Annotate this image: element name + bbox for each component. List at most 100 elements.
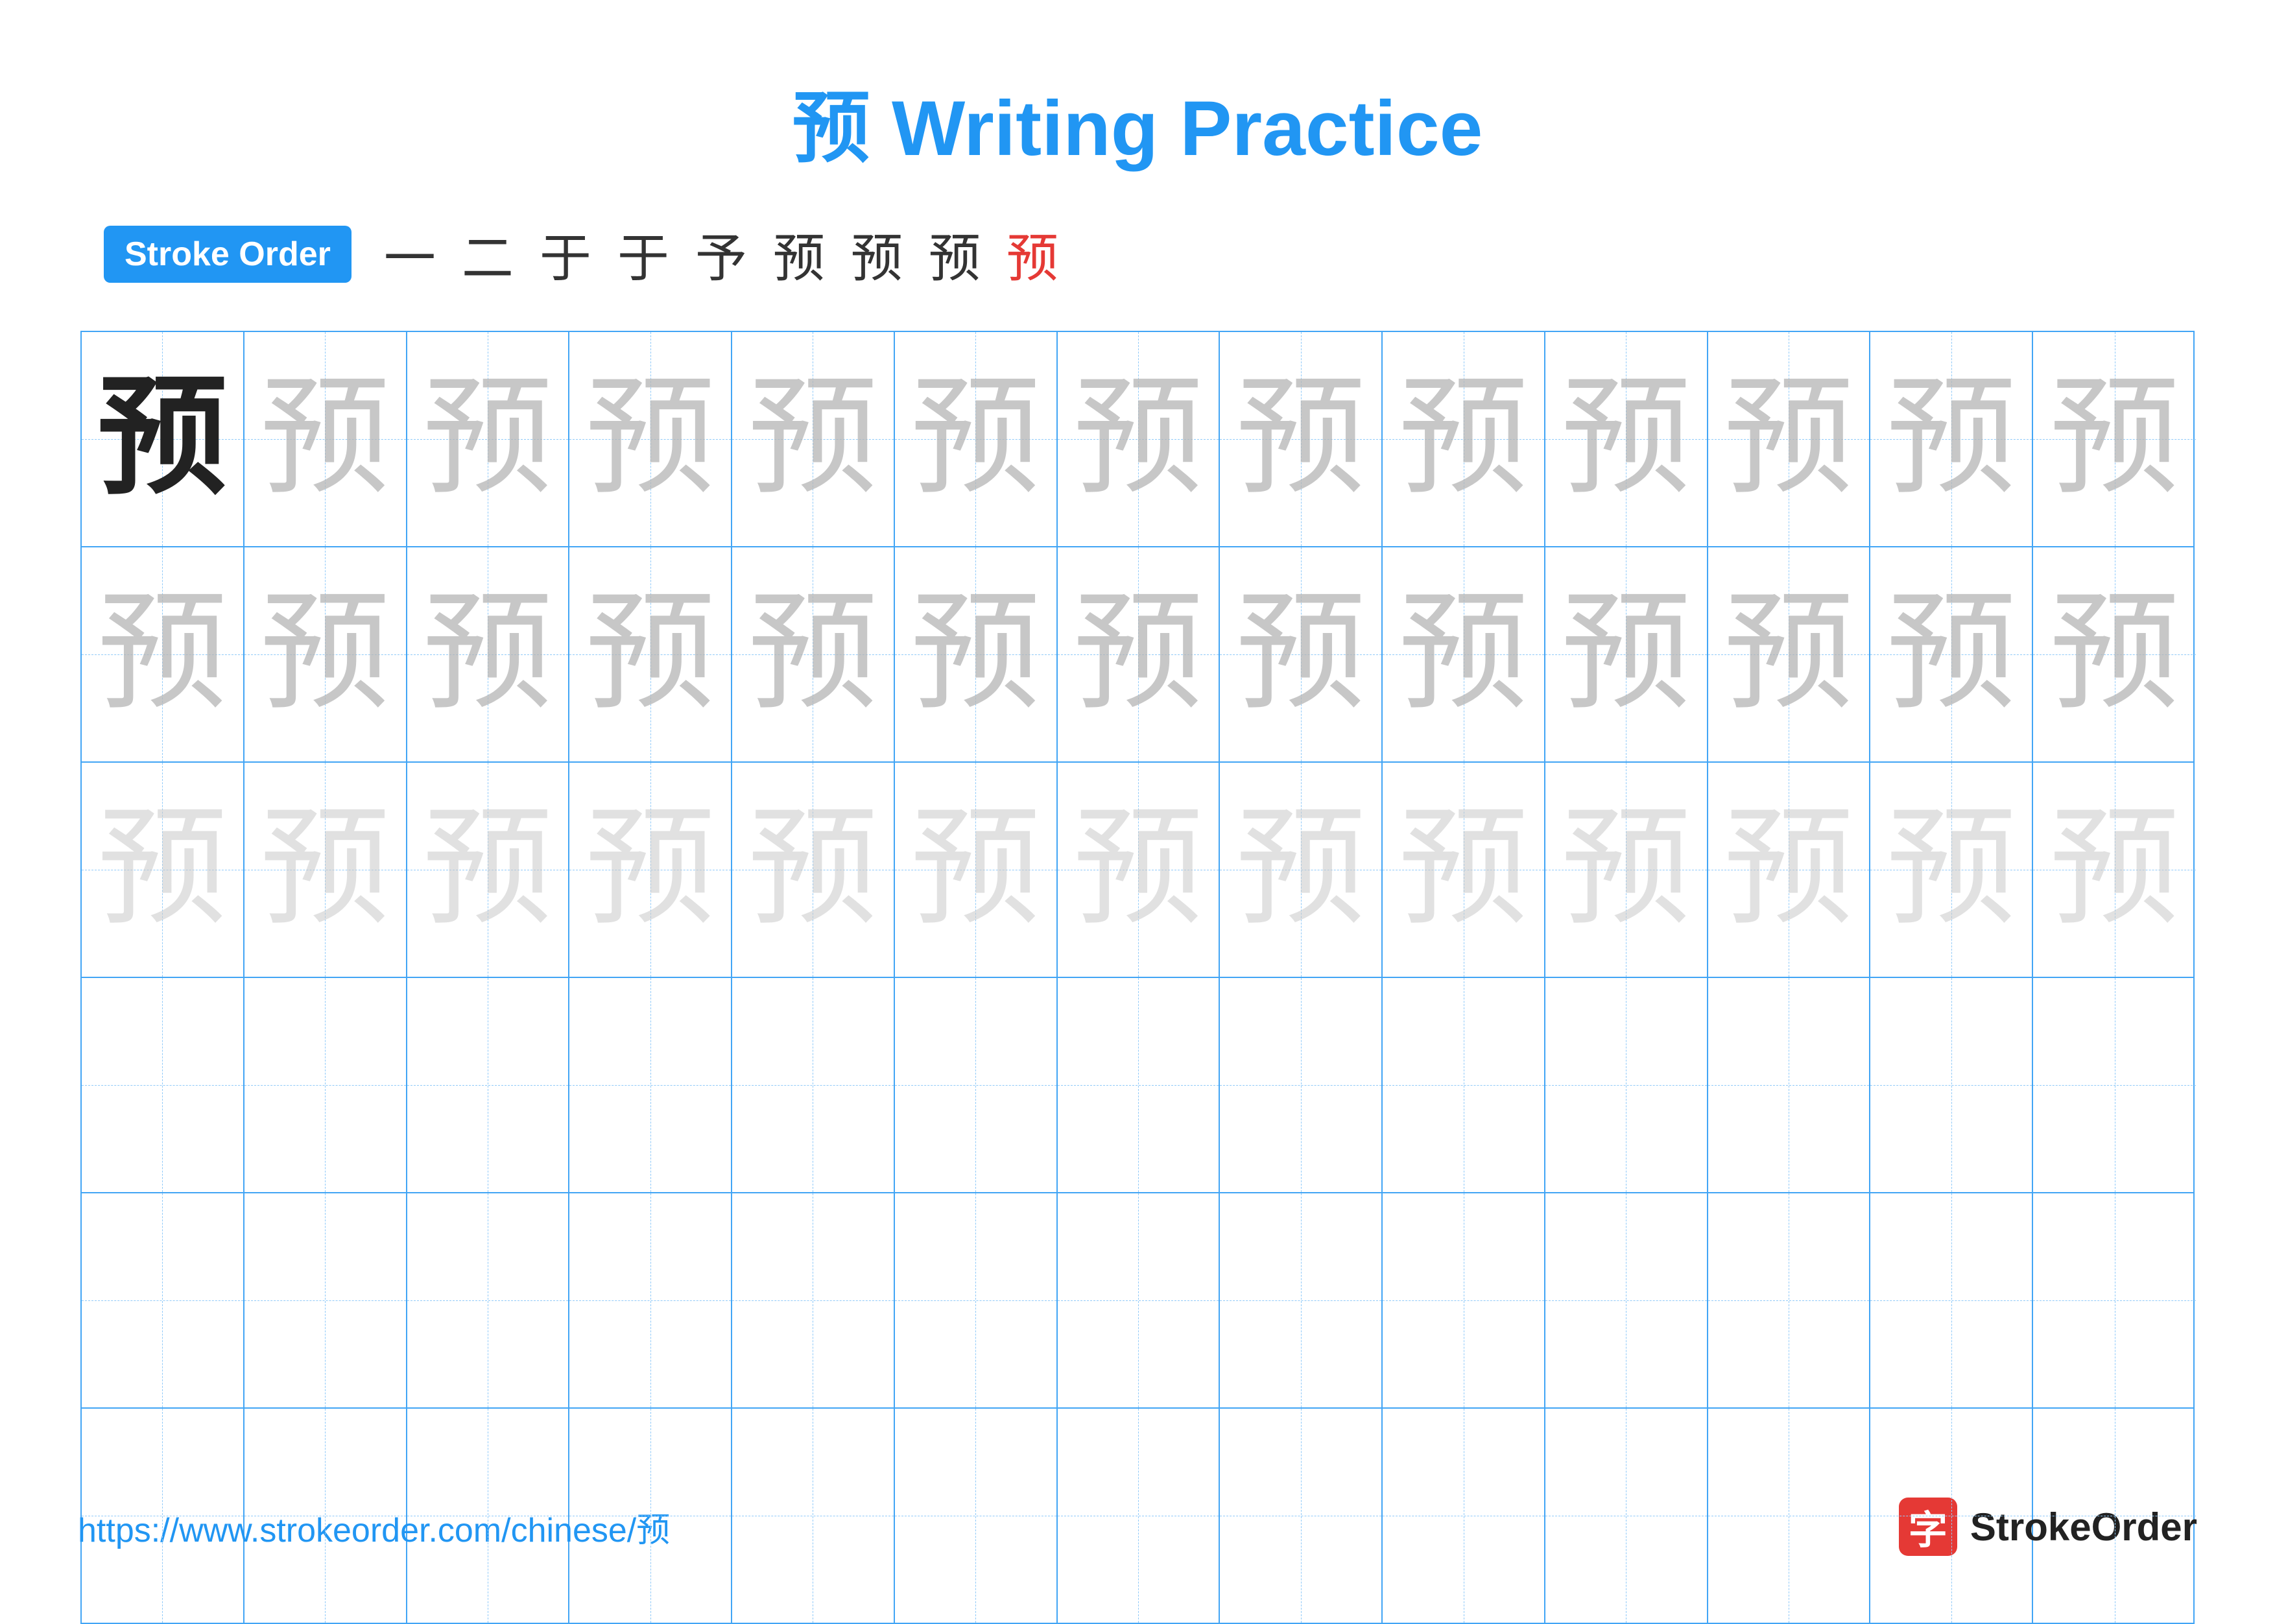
grid-row-5 — [82, 1193, 2193, 1409]
cell-3-1: 预 — [82, 763, 244, 977]
cell-1-12: 预 — [1870, 332, 2033, 546]
cell-5-5[interactable] — [732, 1193, 895, 1407]
cell-1-8: 预 — [1220, 332, 1383, 546]
cell-3-10: 预 — [1545, 763, 1708, 977]
cell-6-1[interactable] — [82, 1409, 244, 1623]
cell-6-8[interactable] — [1220, 1409, 1383, 1623]
cell-5-12[interactable] — [1870, 1193, 2033, 1407]
cell-5-3[interactable] — [407, 1193, 570, 1407]
cell-2-4: 预 — [569, 547, 732, 761]
cell-3-12: 预 — [1870, 763, 2033, 977]
cell-6-13[interactable] — [2033, 1409, 2196, 1623]
cell-4-7[interactable] — [1058, 978, 1221, 1192]
page-title: 预 Writing Practice — [792, 65, 1483, 178]
cell-2-3: 预 — [407, 547, 570, 761]
stroke-sequence: 一 二 于 于 予 预 预 预 预 — [384, 217, 1058, 292]
cell-5-4[interactable] — [569, 1193, 732, 1407]
stroke-2: 二 — [462, 217, 514, 292]
stroke-8: 预 — [929, 217, 981, 292]
cell-2-8: 预 — [1220, 547, 1383, 761]
cell-3-3: 预 — [407, 763, 570, 977]
cell-1-6: 预 — [895, 332, 1058, 546]
cell-5-2[interactable] — [244, 1193, 407, 1407]
cell-5-13[interactable] — [2033, 1193, 2196, 1407]
cell-6-4[interactable] — [569, 1409, 732, 1623]
cell-2-13: 预 — [2033, 547, 2196, 761]
cell-3-13: 预 — [2033, 763, 2196, 977]
grid-row-3: 预 预 预 预 预 预 预 预 预 预 预 预 预 — [82, 763, 2193, 978]
grid-row-2: 预 预 预 预 预 预 预 预 预 预 预 预 预 — [82, 547, 2193, 763]
cell-1-13: 预 — [2033, 332, 2196, 546]
stroke-7: 预 — [851, 217, 903, 292]
cell-6-5[interactable] — [732, 1409, 895, 1623]
cell-5-11[interactable] — [1708, 1193, 1871, 1407]
cell-1-11: 预 — [1708, 332, 1871, 546]
cell-3-2: 预 — [244, 763, 407, 977]
cell-2-6: 预 — [895, 547, 1058, 761]
cell-2-12: 预 — [1870, 547, 2033, 761]
cell-5-6[interactable] — [895, 1193, 1058, 1407]
cell-4-3[interactable] — [407, 978, 570, 1192]
cell-6-3[interactable] — [407, 1409, 570, 1623]
page: 预 Writing Practice Stroke Order 一 二 于 于 … — [0, 0, 2275, 1608]
grid-row-4 — [82, 978, 2193, 1193]
cell-6-12[interactable] — [1870, 1409, 2033, 1623]
cell-1-3: 预 — [407, 332, 570, 546]
practice-grid: 预 预 预 预 预 预 预 预 预 预 预 预 预 预 预 预 预 预 预 预 … — [80, 331, 2195, 1624]
cell-6-10[interactable] — [1545, 1409, 1708, 1623]
stroke-3: 于 — [540, 217, 591, 292]
cell-1-2: 预 — [244, 332, 407, 546]
cell-3-7: 预 — [1058, 763, 1221, 977]
cell-4-4[interactable] — [569, 978, 732, 1192]
cell-6-9[interactable] — [1383, 1409, 1545, 1623]
cell-3-5: 预 — [732, 763, 895, 977]
cell-1-5: 预 — [732, 332, 895, 546]
cell-5-10[interactable] — [1545, 1193, 1708, 1407]
cell-4-1[interactable] — [82, 978, 244, 1192]
cell-3-11: 预 — [1708, 763, 1871, 977]
cell-4-12[interactable] — [1870, 978, 2033, 1192]
cell-4-9[interactable] — [1383, 978, 1545, 1192]
stroke-order-row: Stroke Order 一 二 于 于 予 预 预 预 预 — [78, 217, 2197, 292]
cell-5-9[interactable] — [1383, 1193, 1545, 1407]
cell-3-8: 预 — [1220, 763, 1383, 977]
cell-2-5: 预 — [732, 547, 895, 761]
cell-4-10[interactable] — [1545, 978, 1708, 1192]
stroke-4: 于 — [617, 217, 669, 292]
strokeorder-logo-text: StrokeOrder — [1970, 1505, 2197, 1549]
grid-row-6 — [82, 1409, 2193, 1623]
cell-6-2[interactable] — [244, 1409, 407, 1623]
cell-3-6: 预 — [895, 763, 1058, 977]
footer-logo: 字 StrokeOrder — [1899, 1498, 2197, 1556]
cell-4-6[interactable] — [895, 978, 1058, 1192]
strokeorder-logo-icon: 字 — [1899, 1498, 1957, 1556]
cell-2-1: 预 — [82, 547, 244, 761]
cell-2-11: 预 — [1708, 547, 1871, 761]
cell-5-7[interactable] — [1058, 1193, 1221, 1407]
cell-1-4: 预 — [569, 332, 732, 546]
grid-row-1: 预 预 预 预 预 预 预 预 预 预 预 预 预 — [82, 332, 2193, 547]
footer-url[interactable]: https://www.strokeorder.com/chinese/预 — [78, 1503, 670, 1551]
cell-1-9: 预 — [1383, 332, 1545, 546]
cell-1-7: 预 — [1058, 332, 1221, 546]
cell-4-2[interactable] — [244, 978, 407, 1192]
cell-5-8[interactable] — [1220, 1193, 1383, 1407]
cell-1-10: 预 — [1545, 332, 1708, 546]
stroke-6: 预 — [773, 217, 825, 292]
cell-4-8[interactable] — [1220, 978, 1383, 1192]
stroke-9-final: 预 — [1006, 217, 1058, 292]
stroke-1: 一 — [384, 217, 436, 292]
cell-4-5[interactable] — [732, 978, 895, 1192]
cell-4-13[interactable] — [2033, 978, 2196, 1192]
cell-6-11[interactable] — [1708, 1409, 1871, 1623]
stroke-order-badge: Stroke Order — [104, 226, 351, 283]
cell-4-11[interactable] — [1708, 978, 1871, 1192]
cell-5-1[interactable] — [82, 1193, 244, 1407]
cell-6-6[interactable] — [895, 1409, 1058, 1623]
cell-2-2: 预 — [244, 547, 407, 761]
cell-6-7[interactable] — [1058, 1409, 1221, 1623]
char-guide: 预 — [260, 374, 390, 504]
stroke-5: 予 — [695, 217, 747, 292]
cell-2-7: 预 — [1058, 547, 1221, 761]
char-solid: 预 — [97, 374, 227, 504]
